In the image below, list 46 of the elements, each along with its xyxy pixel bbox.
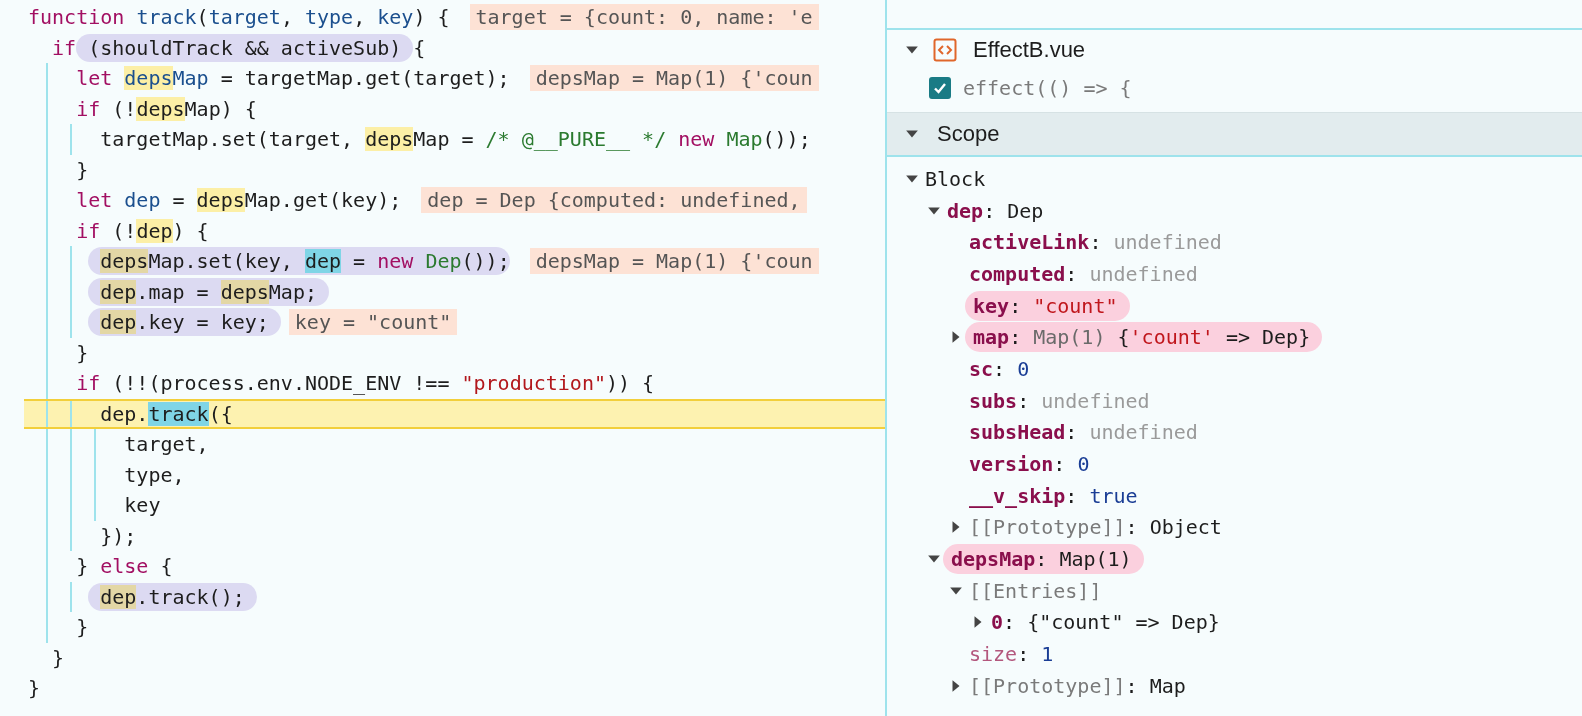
scope-entry: dep: Dep	[947, 198, 1044, 223]
code-line: let dep = depsMap.get(key);	[16, 185, 414, 216]
scope-entry: [[Prototype]]: Object	[969, 515, 1222, 540]
scope-entry: __v_skip: true	[969, 483, 1138, 508]
code-file-icon	[933, 38, 957, 62]
code-line: }	[16, 337, 101, 368]
inline-value: dep = Dep {computed: undefined,	[421, 187, 807, 214]
code-line: if (!dep) {	[16, 215, 221, 246]
inline-value: key = "count"	[288, 309, 458, 336]
scope-entry: 0: {"count" => Dep}	[991, 610, 1220, 635]
scope-entry: Block	[925, 166, 986, 191]
code-line: key	[16, 490, 173, 521]
code-line: }	[27, 675, 42, 703]
code-line: }	[16, 154, 101, 185]
breakpoint-checkbox[interactable]	[929, 77, 951, 99]
scope-entry: map: Map(1) {'count' => Dep}	[965, 322, 1323, 353]
scope-section-header[interactable]: Scope	[887, 112, 1582, 157]
section-title: Scope	[937, 121, 1000, 147]
code-line: }	[16, 612, 101, 643]
scope-entry: version: 0	[969, 452, 1090, 477]
code-line: targetMap.set(target, depsMap = /* @__PURE__ */ new Map());	[16, 124, 823, 155]
scope-entry: key: "count"	[965, 290, 1130, 321]
scope-entry: activeLink: undefined	[969, 230, 1222, 255]
scope-entry: [[Prototype]]: Map	[969, 673, 1186, 698]
scope-entry: [[Entries]]	[969, 578, 1102, 603]
code-line: let depsMap = targetMap.get(target);	[16, 63, 522, 94]
code-line: if (!depsMap) {	[16, 93, 269, 124]
code-line: });	[16, 520, 149, 551]
inline-value: depsMap = Map(1) {'coun	[529, 248, 819, 275]
inline-value: depsMap = Map(1) {'coun	[529, 65, 819, 92]
scope-entry: subs: undefined	[969, 388, 1150, 413]
scope-entry: size: 1	[969, 642, 1054, 667]
breakpoint-label: effect(() => {	[963, 76, 1132, 100]
inline-value: target = {count: 0, name: 'e	[469, 4, 819, 31]
scope-entry: depsMap: Map(1)	[943, 544, 1144, 575]
code-line: target,	[16, 429, 221, 460]
file-name[interactable]: EffectB.vue	[973, 37, 1086, 63]
code-line: dep.track({	[16, 400, 245, 427]
code-line: if (!!(process.env.NODE_ENV !== "production")) {	[16, 368, 667, 399]
code-line: function track(target, type, key) {	[27, 4, 451, 32]
code-line: } else {	[16, 551, 185, 582]
scope-entry: computed: undefined	[969, 261, 1198, 286]
scope-entry: sc: 0	[969, 356, 1030, 381]
code-line: }	[51, 644, 66, 672]
code-line: type,	[16, 459, 197, 490]
scope-entry: subsHead: undefined	[969, 420, 1198, 445]
